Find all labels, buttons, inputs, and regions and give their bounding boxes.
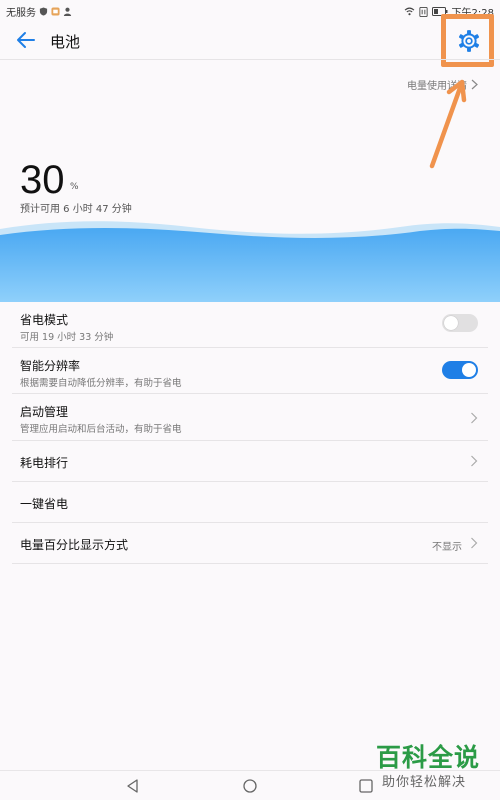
user-icon	[63, 7, 72, 16]
settings-list: 省电模式 可用 19 小时 33 分钟 智能分辨率 根据需要自动降低分辨率，有助…	[0, 302, 500, 564]
watermark: 百科全说 助你轻松解决	[372, 738, 498, 798]
status-time: 下午2:28	[451, 8, 494, 19]
watermark-subtitle: 助你轻松解决	[382, 775, 467, 790]
startup-management-subtitle: 管理应用启动和后台活动，有助于省电	[20, 424, 182, 435]
divider	[0, 59, 500, 60]
toggle-knob	[462, 363, 476, 377]
power-saving-row[interactable]: 省电模式 可用 19 小时 33 分钟	[12, 302, 488, 348]
one-key-save-title: 一键省电	[20, 497, 69, 511]
annotation-arrow	[429, 79, 467, 169]
toggle-knob	[444, 316, 458, 330]
percent-display-row[interactable]: 电量百分比显示方式 不显示	[12, 523, 488, 564]
smart-resolution-title: 智能分辨率	[20, 359, 81, 373]
power-saving-subtitle: 可用 19 小时 33 分钟	[20, 332, 114, 343]
carrier-label: 无服务	[6, 8, 36, 19]
status-bar: 无服务 下午2:28	[0, 0, 500, 20]
back-arrow-icon[interactable]	[14, 28, 38, 52]
shield-icon	[39, 7, 48, 16]
consumption-rank-row[interactable]: 耗电排行	[12, 441, 488, 482]
smart-resolution-subtitle: 根据需要自动降低分辨率，有助于省电	[20, 378, 182, 389]
usage-details-link[interactable]: 电量使用详情	[407, 77, 478, 92]
nav-home-icon[interactable]	[242, 778, 258, 794]
chevron-right-icon	[471, 412, 478, 424]
battery-icon	[431, 7, 448, 16]
battery-level: 30	[20, 158, 65, 202]
sim-icon	[418, 6, 428, 17]
battery-unit: %	[70, 182, 79, 192]
page-title: 电池	[50, 33, 81, 51]
usage-details-label: 电量使用详情	[407, 81, 467, 92]
one-key-save-row[interactable]: 一键省电	[12, 482, 488, 523]
power-saving-toggle[interactable]	[442, 314, 478, 332]
consumption-rank-title: 耗电排行	[20, 456, 69, 470]
nav-back-icon[interactable]	[125, 778, 141, 794]
smart-resolution-toggle[interactable]	[442, 361, 478, 379]
percent-display-value: 不显示	[432, 542, 462, 553]
percent-display-title: 电量百分比显示方式	[20, 538, 129, 552]
watermark-title: 百科全说	[376, 743, 481, 772]
smart-resolution-row[interactable]: 智能分辨率 根据需要自动降低分辨率，有助于省电	[12, 348, 488, 394]
chevron-right-icon	[471, 79, 478, 90]
status-bar-right: 下午2:28	[404, 4, 494, 19]
chevron-right-icon	[471, 455, 478, 467]
notification-icon	[51, 7, 60, 16]
startup-management-row[interactable]: 启动管理 管理应用启动和后台活动，有助于省电	[12, 394, 488, 441]
chevron-right-icon	[471, 537, 478, 549]
status-bar-left: 无服务	[6, 4, 72, 19]
power-saving-title: 省电模式	[20, 313, 69, 327]
app-bar: 电池	[0, 20, 500, 60]
wifi-icon	[404, 7, 414, 16]
battery-wave	[0, 221, 500, 302]
startup-management-title: 启动管理	[20, 405, 69, 419]
battery-estimate: 预计可用 6 小时 47 分钟	[20, 204, 132, 215]
gear-icon[interactable]	[456, 28, 482, 54]
